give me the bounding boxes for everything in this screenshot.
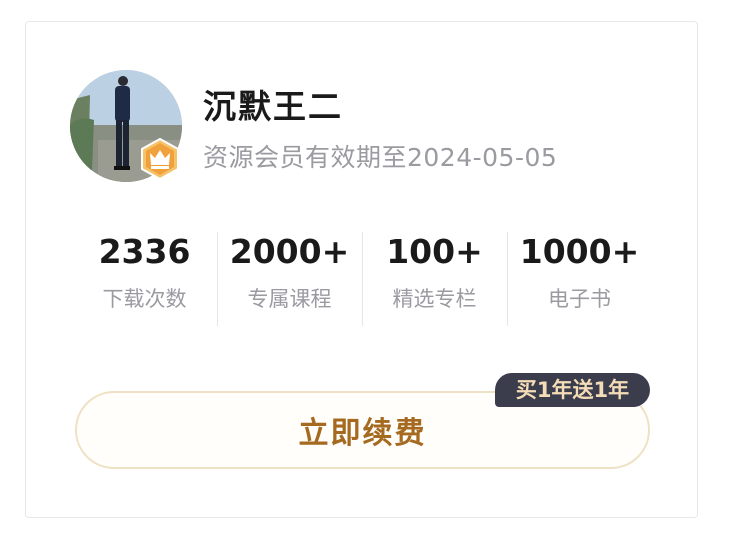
stat-value: 2336 [98,232,191,271]
renew-button-label: 立即续费 [298,416,427,451]
stat-value: 1000+ [519,232,640,271]
stat-label: 精选专栏 [392,287,477,311]
avatar-container[interactable] [70,70,184,184]
stat-downloads[interactable]: 2336 下载次数 [72,228,217,328]
crown-icon [141,137,179,181]
membership-card: 沉默王二 资源会员有效期至2024-05-05 2336 下载次数 2000+ … [25,21,698,518]
stat-value: 100+ [386,232,483,271]
stat-label: 电子书 [548,287,611,311]
member-expiry-text: 资源会员有效期至2024-05-05 [203,143,558,172]
stat-columns[interactable]: 100+ 精选专栏 [362,228,507,328]
stats-row: 2336 下载次数 2000+ 专属课程 100+ 精选专栏 1000+ 电子书 [72,228,652,328]
promo-tag: 买1年送1年 [495,373,650,407]
stat-value: 2000+ [229,232,350,271]
stat-label: 专属课程 [247,287,332,311]
stat-label: 下载次数 [102,287,187,311]
vip-badge [140,137,180,181]
username: 沉默王二 [203,87,343,126]
stat-courses[interactable]: 2000+ 专属课程 [217,228,362,328]
stat-ebooks[interactable]: 1000+ 电子书 [507,228,652,328]
